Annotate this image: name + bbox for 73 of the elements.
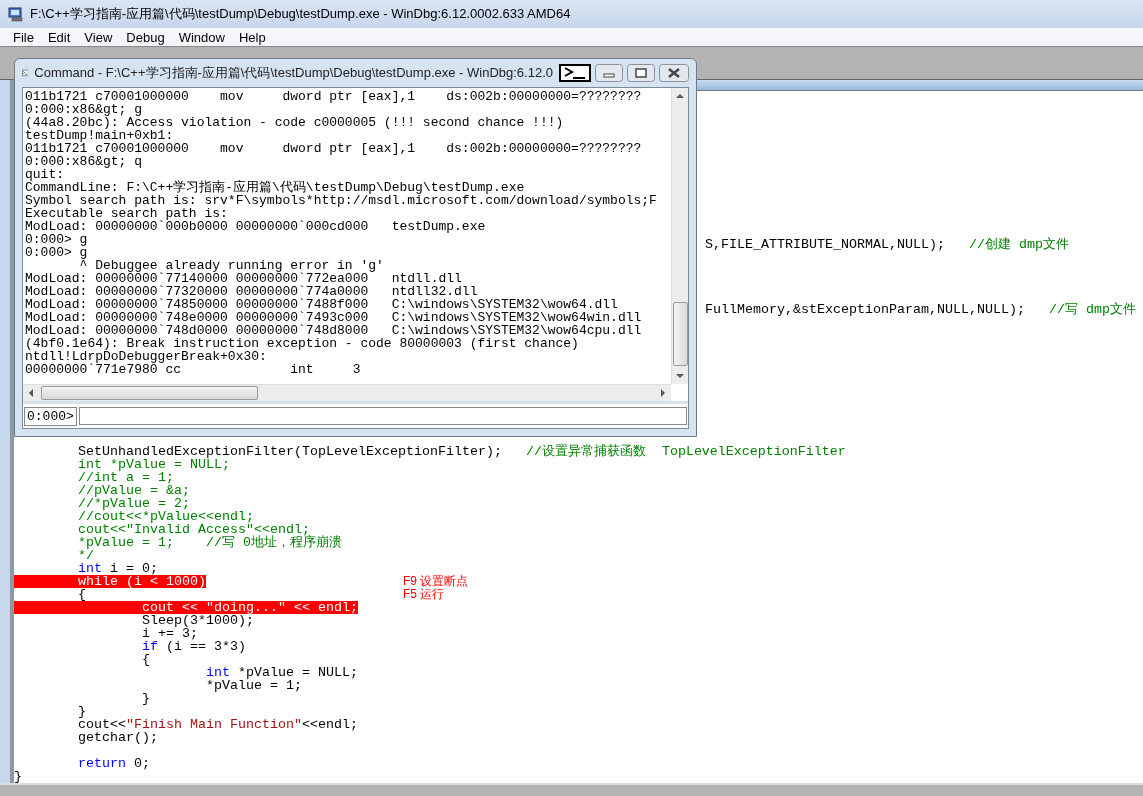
close-button[interactable] [659, 64, 689, 82]
comment-text: //创建 dmp文件 [968, 237, 1069, 252]
annotation-text: F5 运行 [403, 588, 445, 601]
code-line: return 0; [77, 757, 150, 770]
maximize-button[interactable] [627, 64, 655, 82]
output-line: 00000000`771e7980 cc int 3 [25, 363, 362, 376]
output-line: 011b1721 c70001000000 mov dword ptr [eax],1 ds:002b:00000000=???????? [25, 142, 643, 155]
code-line: //pValue = &a; [77, 484, 190, 497]
window-title: F:\C++学习指南-应用篇\代码\testDump\Debug\testDump.exe - WinDbg:6.12.0002.633 AMD64 [30, 5, 571, 23]
output-line: quit: [25, 168, 64, 181]
output-line: 011b1721 c70001000000 mov dword ptr [eax],1 ds:002b:00000000=???????? [25, 90, 643, 103]
scrollbar-thumb[interactable] [672, 302, 688, 366]
code-line: *pValue = 1; //写 0地址，程序崩溃 [77, 536, 342, 549]
scroll-up-icon[interactable] [676, 94, 684, 98]
output-line: ntdll!LdrpDoDebuggerBreak+0x30: [25, 350, 267, 363]
output-line: ModLoad: 00000000`748d0000 00000000`748d8000 C:\windows\SYSTEM32\wow64cpu.dll [25, 324, 643, 337]
output-line: 0:000> g [25, 246, 89, 259]
code-line: cout<<"Invalid Access"<<endl; [77, 523, 310, 536]
output-line: (44a8.20bc): Access violation - code c0000005 (!!! second chance !!!) [25, 116, 565, 129]
code-line: //cout<<*pValue<<endl; [77, 510, 254, 523]
code-line: Sleep(3*1000); [140, 614, 254, 627]
menu-item[interactable]: Debug [119, 29, 172, 45]
menu-item[interactable]: View [77, 29, 120, 45]
code-line: //*pValue = 2; [77, 497, 190, 510]
scroll-left-icon[interactable] [29, 389, 33, 397]
code-line: int *pValue = NULL; [77, 458, 230, 471]
output-line: ModLoad: 00000000`77140000 00000000`772ea000 ntdll.dll [25, 272, 463, 285]
output-line: CommandLine: F:\C++学习指南-应用篇\代码\testDump\Debug\testDump.exe [25, 181, 525, 194]
horizontal-scrollbar[interactable] [23, 384, 671, 401]
code-text: S,FILE_ATTRIBUTE_NORMAL,NULL); [705, 237, 946, 252]
command-prompt: 0:000> [24, 406, 77, 426]
output-line: Executable search path is: [25, 207, 228, 220]
code-line: { [77, 588, 86, 601]
output-line: Symbol search path is: srv*F\symbols*http://msdl.microsoft.com/download/symbols;F [25, 194, 658, 207]
output-line: (4bf0.1e64): Break instruction exception - code 80000003 (first chance) [25, 337, 579, 350]
console-button[interactable] [559, 64, 591, 82]
output-line: 0:000> g [25, 233, 89, 246]
output-line: ^ Debuggee already running error in 'g' [78, 259, 385, 272]
code-line: cout<<"Finish Main Function"<<endl; [77, 718, 358, 731]
scrollbar-thumb[interactable] [41, 386, 258, 400]
code-line: i += 3; [140, 627, 198, 640]
code-line: } [140, 692, 150, 705]
scroll-right-icon[interactable] [661, 389, 665, 397]
code-line: } [14, 770, 22, 783]
menu-item[interactable]: Edit [40, 29, 78, 45]
code-line: //int a = 1; [77, 471, 174, 484]
menu-item[interactable]: File [6, 29, 41, 45]
code-line: */ [77, 549, 94, 562]
code-line: getchar(); [77, 731, 158, 744]
command-input[interactable] [78, 407, 687, 425]
menu-item[interactable]: Help [231, 29, 273, 45]
scroll-down-icon[interactable] [676, 374, 684, 378]
vertical-scrollbar[interactable] [671, 88, 688, 384]
window-title: Command - F:\C++学习指南-应用篇\代码\testDump\Debug\testDump.exe - WinDbg:6.12.0 [34, 64, 553, 82]
output-line: 0:000:x86&gt; g [25, 103, 144, 116]
menu-item[interactable]: Window [171, 29, 232, 45]
code-line: { [140, 653, 150, 666]
code-text: FullMemory,&stExceptionParam,NULL,NULL); [705, 302, 1026, 317]
code-line: if (i == 3*3) [140, 640, 246, 653]
code-line: *pValue = 1; [204, 679, 302, 692]
code-line: SetUnhandledExceptionFilter(TopLevelExceptionFilter); //设置异常捕获函数 TopLevelExceptionFilter [77, 445, 846, 458]
app-icon [8, 6, 24, 22]
code-line: } [77, 705, 86, 718]
annotation-text: F9 设置断点 [403, 575, 469, 588]
output-line: 0:000:x86&gt; q [25, 155, 144, 168]
output-line: ModLoad: 00000000`77320000 00000000`774a0000 ntdll32.dll [25, 285, 479, 298]
comment-text: //写 dmp文件 [1048, 302, 1136, 317]
code-line: int *pValue = NULL; [204, 666, 358, 679]
output-line: ModLoad: 00000000`000b0000 00000000`000cd000 testDump.exe [25, 220, 487, 233]
output-line: testDump!main+0xb1: [25, 129, 175, 142]
output-line: ModLoad: 00000000`74850000 00000000`7488f000 C:\windows\SYSTEM32\wow64.dll [25, 298, 619, 311]
code-line: int i = 0; [77, 562, 158, 575]
output-line: ModLoad: 00000000`748e0000 00000000`7493c000 C:\windows\SYSTEM32\wow64win.dll [25, 311, 643, 324]
